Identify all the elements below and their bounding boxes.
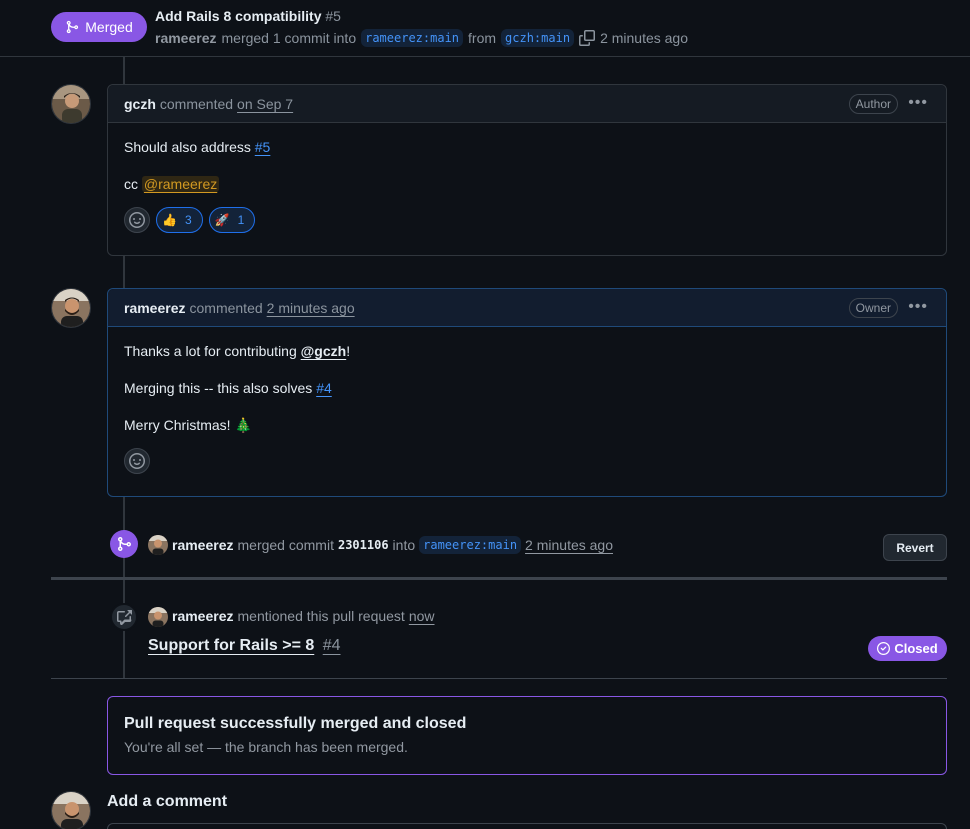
pr-title: Add Rails 8 compatibility #5	[155, 8, 341, 24]
comment-text: Merging this -- this also solves	[124, 380, 313, 396]
reaction-emoji: 🚀	[214, 212, 230, 227]
add-comment-heading: Add a comment	[107, 793, 228, 810]
timeline-divider	[51, 678, 947, 679]
merged-box-subtext: You're all set — the branch has been mer…	[124, 739, 408, 755]
merger-name[interactable]: rameerez	[155, 30, 217, 46]
comment-text: Should also address	[124, 139, 251, 155]
closed-status-label: Closed	[894, 641, 938, 656]
user-mention[interactable]: @rameerez	[141, 176, 220, 192]
avatar-rameerez-small[interactable]	[148, 535, 168, 555]
comment-line: Thanks a lot for contributing @gczh!	[124, 341, 930, 362]
comment-timestamp[interactable]: 2 minutes ago	[267, 300, 355, 316]
merged-box-heading: Pull request successfully merged and clo…	[124, 715, 467, 732]
pr-merge-summary: rameerez merged 1 commit into rameerez:m…	[155, 29, 688, 47]
comment-rameerez: rameerez commented 2 minutes ago Owner •…	[107, 288, 947, 497]
avatar-gczh[interactable]	[51, 84, 91, 124]
merged-status-badge: Merged	[51, 12, 147, 42]
pr-title-text: Add Rails 8 compatibility	[155, 8, 322, 24]
comment-gczh: gczh commented on Sep 7 Author ••• Shoul…	[107, 84, 947, 256]
reactions-bar: 👍 3 🚀 1	[124, 207, 930, 233]
referenced-issue-title[interactable]: Support for Rails >= 8	[148, 637, 314, 654]
copy-icon[interactable]	[579, 30, 596, 46]
reaction-emoji: 👍	[162, 212, 177, 227]
smiley-icon	[129, 212, 145, 228]
comment-author[interactable]: gczh	[124, 96, 156, 112]
into-text: into	[392, 537, 416, 553]
event-actor[interactable]: rameerez	[172, 608, 234, 624]
comment-line: Merry Christmas! 🎄	[124, 415, 930, 436]
reactions-bar	[124, 448, 930, 474]
referenced-issue-number[interactable]: #4	[323, 637, 341, 654]
comment-body: Thanks a lot for contributing @gczh! Mer…	[108, 327, 946, 490]
mention-event-text: rameerez mentioned this pull request now	[172, 608, 435, 624]
issue-link[interactable]: #4	[316, 380, 332, 396]
from-text: from	[468, 30, 497, 46]
comment-text: !	[346, 343, 351, 359]
comment-action: commented	[159, 95, 234, 112]
merged-text: merged 1 commit into	[221, 30, 357, 46]
head-branch[interactable]: gczh:main	[501, 29, 575, 47]
target-branch[interactable]: rameerez:main	[419, 536, 522, 554]
comment-author[interactable]: rameerez	[124, 300, 186, 316]
comment-editor[interactable]	[107, 823, 947, 829]
cross-reference-icon	[117, 610, 132, 625]
pr-sticky-header: Merged Add Rails 8 compatibility #5 rame…	[0, 0, 970, 57]
git-merge-icon	[118, 537, 132, 551]
base-branch[interactable]: rameerez:main	[361, 29, 464, 47]
revert-button[interactable]: Revert	[883, 534, 947, 561]
merged-status-box: Pull request successfully merged and clo…	[107, 696, 947, 775]
comment-header: gczh commented on Sep 7 Author •••	[108, 85, 946, 123]
owner-badge: Owner	[848, 298, 898, 318]
check-circle-icon	[877, 642, 891, 655]
event-time[interactable]: now	[409, 608, 435, 624]
comment-action: commented	[189, 299, 263, 316]
comment-text: cc	[124, 176, 138, 192]
timeline-line	[123, 57, 125, 85]
pr-number: #5	[325, 8, 341, 24]
reaction-count: 3	[184, 212, 192, 227]
reaction-thumbs-up[interactable]: 👍 3	[156, 207, 203, 233]
timeline-line	[123, 256, 125, 289]
cross-reference-event-icon	[110, 603, 138, 631]
event-actor[interactable]: rameerez	[172, 537, 234, 553]
merge-event-icon	[110, 530, 138, 558]
comment-line: Merging this -- this also solves #4	[124, 378, 930, 399]
merged-status-label: Merged	[85, 19, 133, 35]
issue-link[interactable]: #5	[255, 139, 271, 155]
smiley-icon	[129, 453, 145, 469]
comment-body: Should also address #5 cc @rameerez 👍 3 …	[108, 123, 946, 249]
reaction-rocket[interactable]: 🚀 1	[208, 207, 256, 233]
author-badge: Author	[848, 94, 898, 114]
comment-text: Thanks a lot for contributing	[124, 343, 297, 359]
merge-event-text: rameerez merged commit 2301106 into rame…	[172, 536, 613, 554]
avatar-rameerez-small[interactable]	[148, 607, 168, 627]
referenced-issue[interactable]: Support for Rails >= 8 #4	[148, 637, 341, 655]
git-merge-icon	[67, 20, 79, 34]
comment-header: rameerez commented 2 minutes ago Owner •…	[108, 289, 946, 327]
reaction-count: 1	[237, 212, 245, 227]
event-time[interactable]: 2 minutes ago	[525, 537, 613, 553]
comment-text: Merry Christmas! 🎄	[124, 417, 252, 433]
closed-status-badge: Closed	[868, 636, 947, 661]
comment-timestamp[interactable]: on Sep 7	[237, 96, 293, 112]
event-action: merged commit	[237, 537, 334, 553]
user-mention[interactable]: @gczh	[301, 343, 347, 359]
commit-sha[interactable]: 2301106	[338, 538, 389, 552]
add-reaction-button[interactable]	[124, 207, 150, 233]
kebab-menu-icon[interactable]: •••	[908, 298, 928, 316]
pr-page: Merged Add Rails 8 compatibility #5 rame…	[0, 0, 970, 829]
avatar-current-user[interactable]	[51, 791, 91, 829]
event-action: mentioned this pull request	[237, 608, 405, 624]
add-reaction-button[interactable]	[124, 448, 150, 474]
comment-line: Should also address #5	[124, 137, 930, 158]
timeline-divider	[51, 577, 947, 580]
kebab-menu-icon[interactable]: •••	[908, 94, 928, 112]
avatar-rameerez[interactable]	[51, 288, 91, 328]
comment-line: cc @rameerez	[124, 174, 930, 195]
merge-time: 2 minutes ago	[600, 30, 689, 46]
